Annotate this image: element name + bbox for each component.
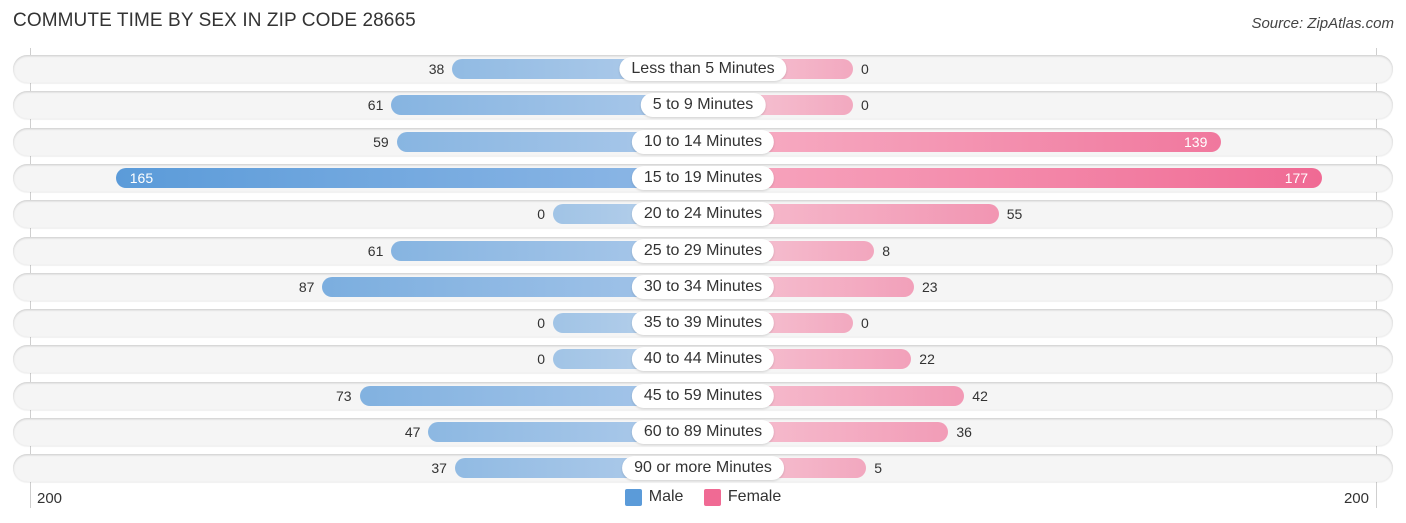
legend-label-male: Male [648,488,684,505]
category-label: 5 to 9 Minutes [640,93,766,118]
value-label-female: 0 [861,61,869,77]
value-label-male: 59 [373,133,389,150]
category-label: 45 to 59 Minutes [631,383,775,408]
value-label-male: 37 [431,460,447,477]
legend-label-female: Female [727,488,782,505]
value-label-female: 22 [919,351,935,368]
bar-female[interactable] [703,167,1323,188]
category-label: 90 or more Minutes [622,456,784,481]
category-label: 25 to 29 Minutes [631,238,775,263]
category-label: 40 to 44 Minutes [631,347,775,372]
value-label-male: 61 [367,97,384,114]
value-label-female: 0 [861,97,869,114]
chart-title: COMMUTE TIME BY SEX IN ZIP CODE 28665 [13,10,416,31]
value-label-female: 0 [861,315,869,332]
value-label-female: 36 [956,424,972,440]
value-label-female: 5 [874,460,883,477]
category-label: 20 to 24 Minutes [631,202,775,227]
value-label-male: 0 [537,315,545,332]
category-label: Less than 5 Minutes [619,57,787,81]
value-label-male: 47 [404,424,421,440]
value-label-female: 177 [1284,169,1309,186]
value-label-male: 0 [537,206,545,223]
value-label-male: 87 [298,278,315,295]
source-label: Source: ZipAtlas.com [1251,15,1394,32]
legend-item-female[interactable]: Female [703,488,782,506]
category-label: 35 to 39 Minutes [631,311,775,336]
category-label: 15 to 19 Minutes [631,165,775,190]
value-label-female: 42 [972,387,988,404]
legend-swatch-female [703,488,721,506]
legend-swatch-male [624,488,642,506]
value-label-female: 8 [882,242,890,259]
value-label-female: 55 [1006,206,1023,223]
value-label-male: 73 [335,387,352,404]
category-label: 60 to 89 Minutes [631,420,775,444]
value-label-male: 61 [367,242,384,259]
category-label: 30 to 34 Minutes [631,274,775,299]
category-label: 10 to 14 Minutes [631,129,775,154]
legend-item-male[interactable]: Male [624,488,684,506]
bar-male[interactable] [115,167,703,188]
value-label-female: 23 [921,278,938,295]
legend: Male Female [0,488,1406,511]
value-label-male: 38 [428,61,445,77]
value-label-female: 139 [1184,133,1208,150]
value-label-male: 0 [537,351,545,368]
bar-female[interactable] [703,131,1222,152]
value-label-male: 165 [129,169,154,186]
